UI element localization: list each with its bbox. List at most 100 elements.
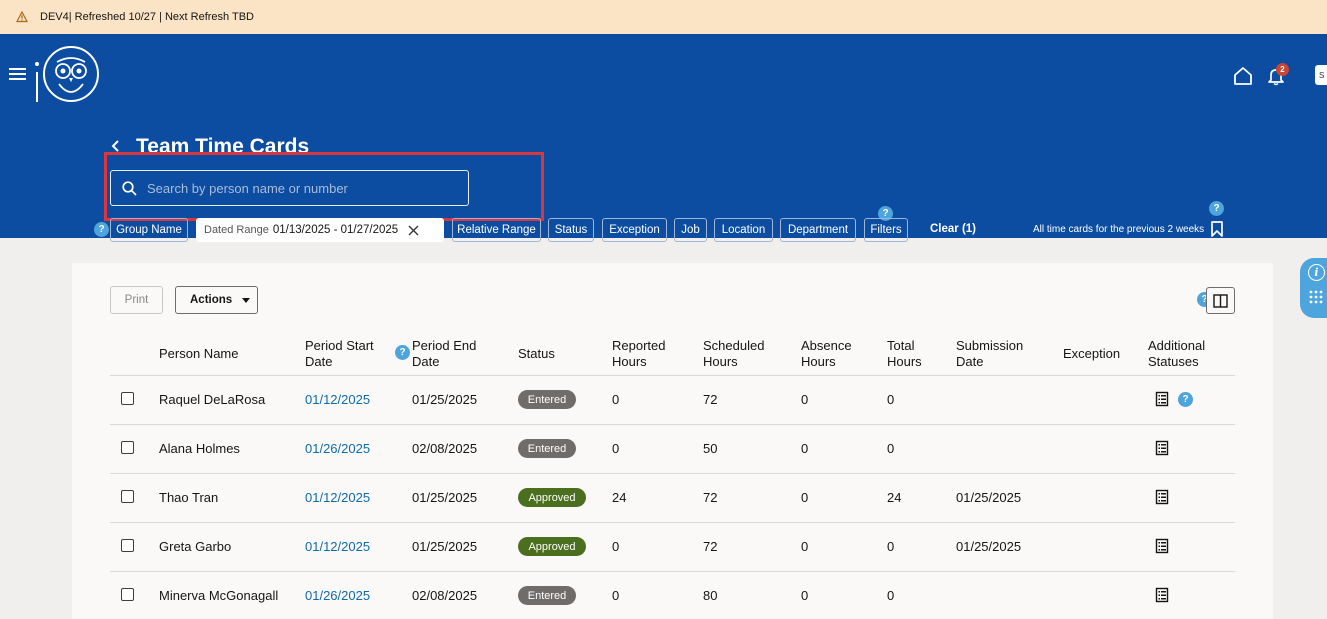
actions-label: Actions <box>190 294 233 306</box>
home-icon[interactable] <box>1233 66 1253 86</box>
cell-scheduled-hours: 80 <box>703 588 718 603</box>
row-checkbox[interactable] <box>121 441 134 454</box>
split-columns-icon <box>1213 293 1228 308</box>
side-help-tab[interactable]: i <box>1300 258 1327 318</box>
search-icon <box>122 180 137 196</box>
period-start-help-icon[interactable]: ? <box>395 345 410 360</box>
cell-submission-date: 01/25/2025 <box>956 490 1022 505</box>
cell-period-start-link[interactable]: 01/12/2025 <box>305 392 370 408</box>
dated-range-value: 01/13/2025 - 01/27/2025 <box>272 224 399 236</box>
header-period-start[interactable]: Period Start Date <box>305 338 374 370</box>
cell-period-start-link[interactable]: 01/12/2025 <box>305 490 370 506</box>
row-divider <box>110 522 1235 523</box>
cell-period-start-link[interactable]: 01/26/2025 <box>305 588 370 604</box>
department-filter[interactable]: Department <box>780 218 856 242</box>
header-submission-line2: Date <box>956 354 984 369</box>
cell-absence-hours: 0 <box>801 588 809 603</box>
bookmark-icon[interactable] <box>1210 220 1224 238</box>
cell-period-start-link[interactable]: 01/26/2025 <box>305 441 370 457</box>
row-checkbox[interactable] <box>121 588 134 601</box>
header-submission-line1: Submission <box>956 338 1024 353</box>
header-submission-date[interactable]: Submission Date <box>956 338 1023 370</box>
row-checkbox[interactable] <box>121 490 134 503</box>
status-badge: Entered <box>518 586 576 605</box>
header-period-end[interactable]: Period End Date <box>412 338 476 370</box>
dated-range-label: Dated Range <box>204 224 269 236</box>
status-filter[interactable]: Status <box>548 218 594 242</box>
cell-person-name[interactable]: Greta Garbo <box>159 539 231 555</box>
header-exception[interactable]: Exception <box>1063 346 1120 362</box>
cell-person-name[interactable]: Alana Holmes <box>159 441 240 457</box>
filters-button[interactable]: Filters <box>864 218 908 242</box>
additional-statuses-icon[interactable] <box>1155 489 1169 505</box>
status-badge: Entered <box>518 390 576 409</box>
column-layout-button[interactable] <box>1206 287 1235 314</box>
relative-range-filter[interactable]: Relative Range <box>452 218 541 242</box>
warning-icon <box>16 11 28 23</box>
header-status[interactable]: Status <box>518 346 555 362</box>
row-divider <box>110 424 1235 425</box>
row-checkbox[interactable] <box>121 539 134 552</box>
header-reported-hours[interactable]: Reported Hours <box>612 338 665 370</box>
cell-scheduled-hours: 72 <box>703 490 718 505</box>
actions-menu-button[interactable]: Actions <box>175 286 258 314</box>
header-absence-line1: Absence <box>801 338 852 353</box>
cell-total-hours: 0 <box>887 588 895 603</box>
cell-period-start-link[interactable]: 01/12/2025 <box>305 539 370 555</box>
cell-period-end: 02/08/2025 <box>412 441 478 456</box>
header-additional-statuses[interactable]: Additional Statuses <box>1148 338 1205 370</box>
additional-statuses-help-icon[interactable]: ? <box>1178 392 1193 407</box>
header-reported-line2: Hours <box>612 354 647 369</box>
header-person-name[interactable]: Person Name <box>159 346 238 362</box>
cell-period-end: 01/25/2025 <box>412 490 478 505</box>
row-divider <box>110 473 1235 474</box>
header-absence-hours[interactable]: Absence Hours <box>801 338 852 370</box>
owl-logo[interactable] <box>33 44 103 104</box>
caret-down-icon <box>242 297 251 303</box>
time-cards-panel <box>72 263 1273 619</box>
back-chevron-icon[interactable] <box>109 138 123 154</box>
additional-statuses-icon[interactable] <box>1155 538 1169 554</box>
cell-total-hours: 0 <box>887 441 895 456</box>
menu-icon[interactable] <box>9 68 26 82</box>
location-filter[interactable]: Location <box>714 218 773 242</box>
dated-range-filter[interactable]: Dated Range 01/13/2025 - 01/27/2025 <box>196 218 444 242</box>
clear-filters-link[interactable]: Clear (1) <box>930 223 976 235</box>
header-reported-line1: Reported <box>612 338 666 353</box>
header-period-end-line2: Date <box>412 354 440 369</box>
header-scheduled-hours[interactable]: Scheduled Hours <box>703 338 764 370</box>
status-badge: Entered <box>518 439 576 458</box>
user-avatar[interactable]: S <box>1315 65 1327 85</box>
cell-total-hours: 0 <box>887 392 895 407</box>
cell-person-name[interactable]: Raquel DeLaRosa <box>159 392 265 408</box>
header-total-line1: Total <box>887 338 915 353</box>
environment-banner: DEV4| Refreshed 10/27 | Next Refresh TBD <box>0 0 1327 34</box>
status-badge: Approved <box>518 537 586 556</box>
search-placeholder: Search by person name or number <box>147 180 348 196</box>
cell-person-name[interactable]: Thao Tran <box>159 490 218 506</box>
header-additional-line2: Statuses <box>1148 354 1199 369</box>
header-total-hours[interactable]: Total Hours <box>887 338 922 370</box>
additional-statuses-icon[interactable] <box>1155 587 1169 603</box>
remove-filter-icon[interactable] <box>408 225 419 236</box>
header-period-start-line2: Date <box>305 354 333 369</box>
job-filter[interactable]: Job <box>674 218 707 242</box>
header-total-line2: Hours <box>887 354 922 369</box>
cell-scheduled-hours: 50 <box>703 441 718 456</box>
group-name-filter[interactable]: Group Name <box>110 218 188 242</box>
additional-statuses-icon[interactable] <box>1155 440 1169 456</box>
header-period-start-line1: Period Start <box>305 338 374 353</box>
cell-submission-date: 01/25/2025 <box>956 539 1022 554</box>
search-input[interactable]: Search by person name or number <box>110 170 469 206</box>
cell-reported-hours: 0 <box>612 588 620 603</box>
additional-statuses-icon[interactable] <box>1155 391 1169 407</box>
cell-reported-hours: 24 <box>612 490 627 505</box>
saved-search-help-icon[interactable]: ? <box>1209 201 1224 216</box>
header-additional-line1: Additional <box>1148 338 1206 353</box>
print-button[interactable]: Print <box>110 286 163 314</box>
cell-person-name[interactable]: Minerva McGonagall <box>159 588 278 604</box>
group-name-help-icon[interactable]: ? <box>94 222 109 237</box>
exception-filter[interactable]: Exception <box>602 218 667 242</box>
cell-absence-hours: 0 <box>801 490 809 505</box>
row-checkbox[interactable] <box>121 392 134 405</box>
